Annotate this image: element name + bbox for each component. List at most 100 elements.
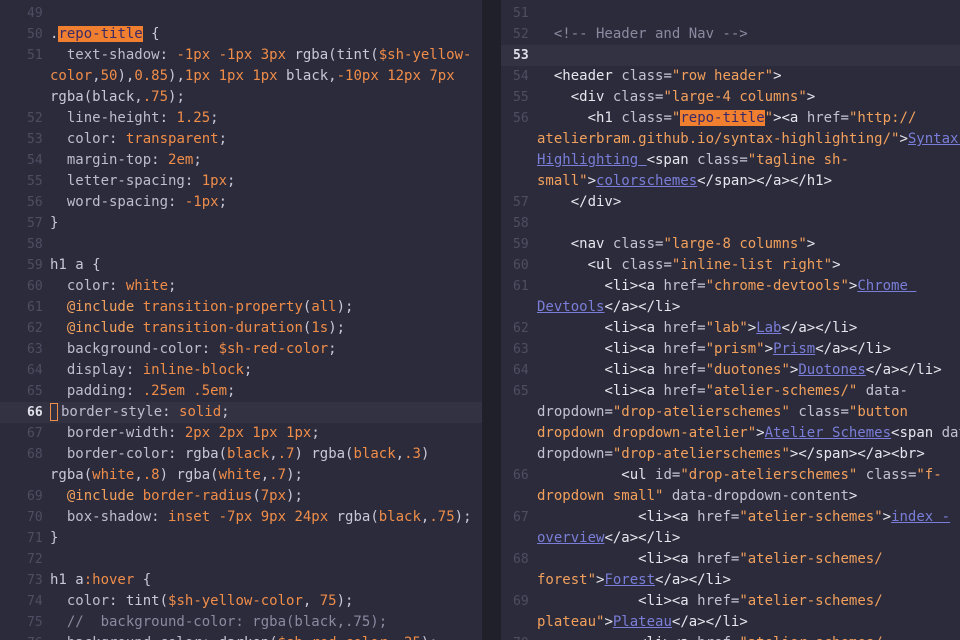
code-line-69[interactable]: 69 <li><a href="atelier-schemes/ xyxy=(501,591,960,612)
code-line-56[interactable]: 56 word-spacing: -1px; xyxy=(0,192,482,213)
code-line-wrap[interactable]: rgba(black,.75); xyxy=(0,87,482,108)
code-text: border-color: rgba(black,.7) rgba(black,… xyxy=(66,446,430,462)
line-number: 64 xyxy=(513,363,529,378)
line-number: 55 xyxy=(513,90,529,105)
line-number: 56 xyxy=(513,111,529,126)
code-line-wrap[interactable]: dropdown="drop-atelierschemes" class="bu… xyxy=(501,402,960,423)
code-line-74[interactable]: 74 color: tint($sh-yellow-color, 75); xyxy=(0,591,482,612)
code-line-73[interactable]: 73 h1 a:hover { xyxy=(0,570,482,591)
code-line-68[interactable]: 68 <li><a href="atelier-schemes/ xyxy=(501,549,960,570)
code-line-60[interactable]: 60 <ul class="inline-list right"> xyxy=(501,255,960,276)
code-line-59[interactable]: 59 h1 a { xyxy=(0,255,482,276)
code-line-59[interactable]: 59 <nav class="large-8 columns"> xyxy=(501,234,960,255)
pane-divider[interactable] xyxy=(482,0,501,640)
code-text: <nav class="large-8 columns"> xyxy=(570,236,816,252)
line-number: 69 xyxy=(513,594,529,609)
code-line-50[interactable]: 50 .repo-title { xyxy=(0,24,482,45)
code-line-66[interactable]: 66 <ul id="drop-atelierschemes" class="f… xyxy=(501,465,960,486)
code-text: <ul id="drop-atelierschemes" class="f- xyxy=(621,467,942,483)
code-line-51[interactable]: 51 xyxy=(501,3,960,24)
line-number: 59 xyxy=(27,258,43,273)
code-line-wrap[interactable]: plateau">Plateau</a></li> xyxy=(501,612,960,633)
code-text: small">colorschemes</span></a></h1> xyxy=(537,173,833,189)
code-line-wrap[interactable]: color,50),0.85),1px 1px 1px black,-10px … xyxy=(0,66,482,87)
code-line-wrap[interactable]: Devtools</a></li> xyxy=(501,297,960,318)
code-line-wrap[interactable]: dropdown="drop-atelierschemes"></span></… xyxy=(501,444,960,465)
code-text: <li><a href="atelier-schemes/ xyxy=(638,551,883,567)
code-text: color: transparent; xyxy=(66,131,228,147)
code-line-58[interactable]: 58 xyxy=(0,234,482,255)
line-number: 51 xyxy=(27,48,43,63)
code-text: @include transition-duration(1s); xyxy=(66,320,346,336)
code-line-53[interactable]: 53 xyxy=(501,45,960,66)
code-line-72[interactable]: 72 xyxy=(0,549,482,570)
code-line-wrap[interactable]: dropdown dropdown-atelier">Atelier Schem… xyxy=(501,423,960,444)
code-line-64[interactable]: 64 <li><a href="duotones">Duotones</a></… xyxy=(501,360,960,381)
code-line-54[interactable]: 54 <header class="row header"> xyxy=(501,66,960,87)
code-line-55[interactable]: 55 <div class="large-4 columns"> xyxy=(501,87,960,108)
editor-pane-left[interactable]: 49 50 .repo-title {51 text-shadow: -1px -1… xyxy=(0,0,482,640)
code-line-wrap[interactable]: small">colorschemes</span></a></h1> xyxy=(501,171,960,192)
code-line-75[interactable]: 75 // background-color: rgba(black,.75); xyxy=(0,612,482,633)
line-number: 53 xyxy=(27,132,43,147)
code-line-49[interactable]: 49 xyxy=(0,3,482,24)
line-number: 71 xyxy=(27,531,43,546)
code-text: <li><a href="prism">Prism</a></li> xyxy=(604,341,892,357)
line-number: 62 xyxy=(27,321,43,336)
code-line-61[interactable]: 61 @include transition-property(all); xyxy=(0,297,482,318)
code-line-64[interactable]: 64 display: inline-block; xyxy=(0,360,482,381)
line-number: 64 xyxy=(27,363,43,378)
code-line-63[interactable]: 63 <li><a href="prism">Prism</a></li> xyxy=(501,339,960,360)
code-text: h1 a:hover { xyxy=(50,572,152,588)
line-number: 57 xyxy=(27,216,43,231)
code-text: overview</a></li> xyxy=(537,530,681,546)
line-number: 67 xyxy=(27,426,43,441)
code-line-60[interactable]: 60 color: white; xyxy=(0,276,482,297)
code-line-76[interactable]: 76 background-color: darken($sh-red-colo… xyxy=(0,633,482,640)
code-line-68[interactable]: 68 border-color: rgba(black,.7) rgba(bla… xyxy=(0,444,482,465)
line-number: 63 xyxy=(513,342,529,357)
code-text: forest">Forest</a></li> xyxy=(537,572,731,588)
code-line-wrap[interactable]: dropdown small" data-dropdown-content> xyxy=(501,486,960,507)
code-line-58[interactable]: 58 xyxy=(501,213,960,234)
code-line-51[interactable]: 51 text-shadow: -1px -1px 3px rgba(tint(… xyxy=(0,45,482,66)
code-line-61[interactable]: 61 <li><a href="chrome-devtools">Chrome xyxy=(501,276,960,297)
code-line-53[interactable]: 53 color: transparent; xyxy=(0,129,482,150)
code-line-wrap[interactable]: atelierbram.github.io/syntax-highlightin… xyxy=(501,129,960,150)
code-text: border-style: solid; xyxy=(50,402,230,423)
code-line-67[interactable]: 67 border-width: 2px 2px 1px 1px; xyxy=(0,423,482,444)
line-number: 53 xyxy=(513,48,529,63)
code-line-wrap[interactable]: forest">Forest</a></li> xyxy=(501,570,960,591)
line-number: 61 xyxy=(27,300,43,315)
code-text: <li><a href="duotones">Duotones</a></li> xyxy=(604,362,942,378)
code-line-62[interactable]: 62 @include transition-duration(1s); xyxy=(0,318,482,339)
code-line-57[interactable]: 57 </div> xyxy=(501,192,960,213)
code-line-57[interactable]: 57} xyxy=(0,213,482,234)
code-line-70[interactable]: 70 <li><a href="atelier-schemes/ xyxy=(501,633,960,640)
line-number: 54 xyxy=(513,69,529,84)
code-line-62[interactable]: 62 <li><a href="lab">Lab</a></li> xyxy=(501,318,960,339)
code-line-69[interactable]: 69 @include border-radius(7px); xyxy=(0,486,482,507)
code-line-65[interactable]: 65 padding: .25em .5em; xyxy=(0,381,482,402)
code-line-55[interactable]: 55 letter-spacing: 1px; xyxy=(0,171,482,192)
code-text: <h1 class="repo-title"><a href="http:// xyxy=(587,110,917,126)
code-text: <div class="large-4 columns"> xyxy=(570,89,816,105)
line-number: 57 xyxy=(513,195,529,210)
code-line-71[interactable]: 71} xyxy=(0,528,482,549)
code-line-65[interactable]: 65 <li><a href="atelier-schemes/" data- xyxy=(501,381,960,402)
code-line-wrap[interactable]: overview</a></li> xyxy=(501,528,960,549)
code-line-wrap[interactable]: Highlighting <span class="tagline sh- xyxy=(501,150,960,171)
code-line-63[interactable]: 63 background-color: $sh-red-color; xyxy=(0,339,482,360)
code-line-52[interactable]: 52 line-height: 1.25; xyxy=(0,108,482,129)
code-line-56[interactable]: 56 <h1 class="repo-title"><a href="http:… xyxy=(501,108,960,129)
code-line-70[interactable]: 70 box-shadow: inset -7px 9px 24px rgba(… xyxy=(0,507,482,528)
code-text: letter-spacing: 1px; xyxy=(66,173,236,189)
code-line-54[interactable]: 54 margin-top: 2em; xyxy=(0,150,482,171)
code-line-67[interactable]: 67 <li><a href="atelier-schemes">index - xyxy=(501,507,960,528)
code-line-66[interactable]: 66 border-style: solid; xyxy=(0,402,482,423)
code-line-wrap[interactable]: rgba(white,.8) rgba(white,.7); xyxy=(0,465,482,486)
code-line-52[interactable]: 52 <!-- Header and Nav --> xyxy=(501,24,960,45)
code-text: } xyxy=(50,215,59,231)
code-text: <li><a href="lab">Lab</a></li> xyxy=(604,320,858,336)
editor-pane-right[interactable]: 51 52 <!-- Header and Nav --> 53 54 <header… xyxy=(501,0,960,640)
